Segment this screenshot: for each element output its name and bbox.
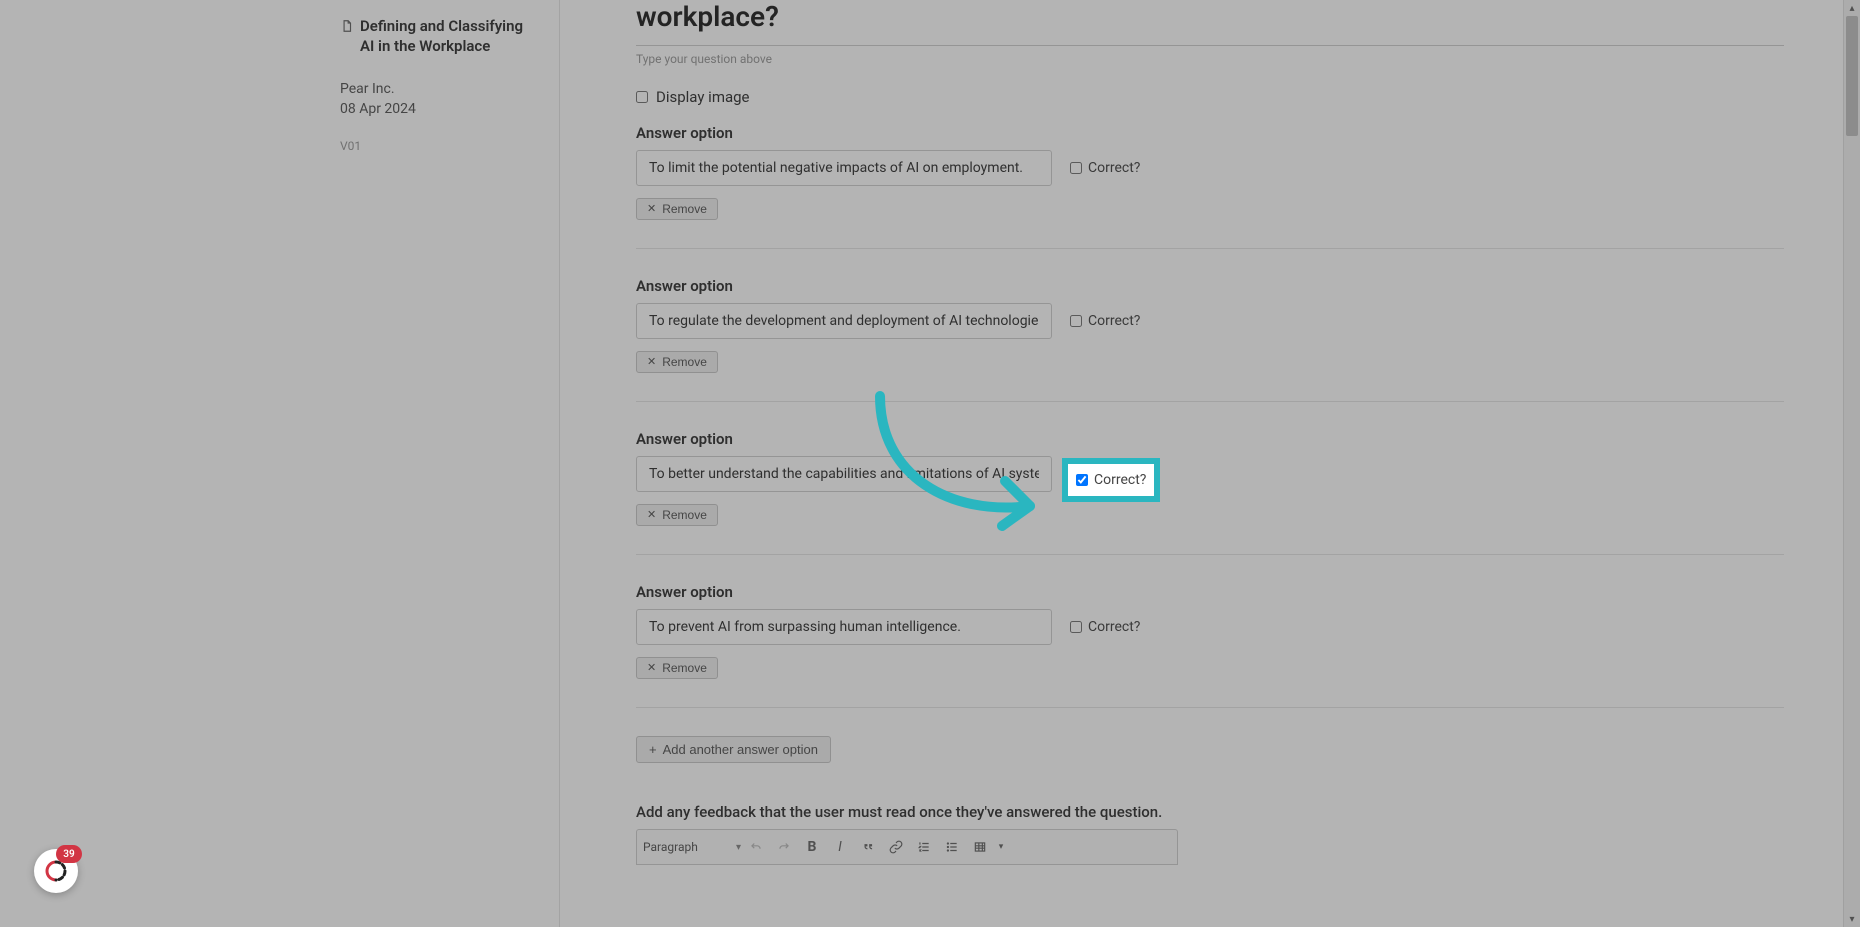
answer-option-label: Answer option <box>636 583 1784 601</box>
question-text-tail[interactable]: workplace? <box>636 0 1784 45</box>
answer-option-input[interactable] <box>636 456 1052 492</box>
redo-button[interactable] <box>771 835 797 859</box>
chevron-down-icon: ▾ <box>999 842 1004 852</box>
answer-option-block: Answer option Correct? ✕ Remove <box>636 583 1784 708</box>
remove-option-label: Remove <box>662 202 707 216</box>
paragraph-style-label: Paragraph <box>643 840 698 854</box>
answer-option-label: Answer option <box>636 124 1784 142</box>
correct-checkbox[interactable] <box>1076 474 1088 486</box>
document-org: Pear Inc. <box>340 81 539 97</box>
answer-option-input[interactable] <box>636 303 1052 339</box>
app-root: Defining and Classifying AI in the Workp… <box>0 0 1860 927</box>
display-image-label: Display image <box>656 88 750 106</box>
rich-text-toolbar: Paragraph B I <box>636 829 1178 865</box>
main-editor: workplace? Type your question above Disp… <box>560 0 1860 927</box>
question-underline <box>636 45 1784 46</box>
remove-option-label: Remove <box>662 355 707 369</box>
correct-toggle[interactable]: Correct? <box>1070 160 1140 176</box>
answer-option-block: Answer option Correct? ✕ Remove <box>636 124 1784 249</box>
answer-option-block: Answer option Correct? ✕ Remove <box>636 430 1784 555</box>
help-chat-button[interactable]: 39 <box>34 849 78 893</box>
correct-label: Correct? <box>1088 313 1140 329</box>
correct-checkbox[interactable] <box>1070 315 1082 327</box>
scroll-thumb[interactable] <box>1846 16 1858 136</box>
correct-label: Correct? <box>1088 619 1140 635</box>
display-image-checkbox[interactable] <box>636 91 648 103</box>
correct-toggle[interactable]: Correct? <box>1066 466 1156 494</box>
answer-option-block: Answer option Correct? ✕ Remove <box>636 277 1784 402</box>
remove-option-label: Remove <box>662 661 707 675</box>
add-answer-option-label: Add another answer option <box>663 742 818 757</box>
correct-checkbox[interactable] <box>1070 162 1082 174</box>
vertical-scrollbar[interactable]: ▴ ▾ <box>1843 0 1860 927</box>
answer-option-label: Answer option <box>636 277 1784 295</box>
close-icon: ✕ <box>647 510 656 521</box>
onboarding-highlight: Correct? <box>1062 458 1160 502</box>
sidebar: Defining and Classifying AI in the Workp… <box>0 0 560 927</box>
document-date: 08 Apr 2024 <box>340 101 539 117</box>
correct-toggle[interactable]: Correct? <box>1070 313 1140 329</box>
close-icon: ✕ <box>647 204 656 215</box>
answer-option-input[interactable] <box>636 150 1052 186</box>
close-icon: ✕ <box>647 663 656 674</box>
table-button[interactable] <box>967 835 993 859</box>
scroll-up-arrow-icon[interactable]: ▴ <box>1844 0 1860 16</box>
paragraph-style-select[interactable]: Paragraph <box>643 840 741 854</box>
help-notification-badge: 39 <box>56 845 82 863</box>
plus-icon: + <box>649 742 657 757</box>
italic-button[interactable]: I <box>827 835 853 859</box>
close-icon: ✕ <box>647 357 656 368</box>
add-answer-option-button[interactable]: + Add another answer option <box>636 736 831 763</box>
remove-option-button[interactable]: ✕ Remove <box>636 198 718 220</box>
unordered-list-button[interactable] <box>939 835 965 859</box>
link-button[interactable] <box>883 835 909 859</box>
answer-option-label: Answer option <box>636 430 1784 448</box>
table-dropdown-icon[interactable]: ▾ <box>995 835 1007 859</box>
display-image-row: Display image <box>636 88 1784 106</box>
correct-label: Correct? <box>1088 160 1140 176</box>
scroll-down-arrow-icon[interactable]: ▾ <box>1844 911 1860 927</box>
ordered-list-button[interactable] <box>911 835 937 859</box>
remove-option-button[interactable]: ✕ Remove <box>636 351 718 373</box>
remove-option-label: Remove <box>662 508 707 522</box>
document-meta: Pear Inc. 08 Apr 2024 <box>340 81 539 117</box>
correct-label: Correct? <box>1094 472 1146 488</box>
document-version: V01 <box>340 139 539 153</box>
feedback-section-label: Add any feedback that the user must read… <box>636 803 1784 821</box>
document-title: Defining and Classifying AI in the Workp… <box>360 16 539 57</box>
bold-button[interactable]: B <box>799 835 825 859</box>
correct-toggle[interactable]: Correct? <box>1070 619 1140 635</box>
document-title-row: Defining and Classifying AI in the Workp… <box>340 16 539 57</box>
document-icon <box>340 16 354 38</box>
answer-option-input[interactable] <box>636 609 1052 645</box>
question-helper-text: Type your question above <box>636 52 1784 66</box>
quote-button[interactable] <box>855 835 881 859</box>
correct-checkbox[interactable] <box>1070 621 1082 633</box>
remove-option-button[interactable]: ✕ Remove <box>636 504 718 526</box>
remove-option-button[interactable]: ✕ Remove <box>636 657 718 679</box>
undo-button[interactable] <box>743 835 769 859</box>
